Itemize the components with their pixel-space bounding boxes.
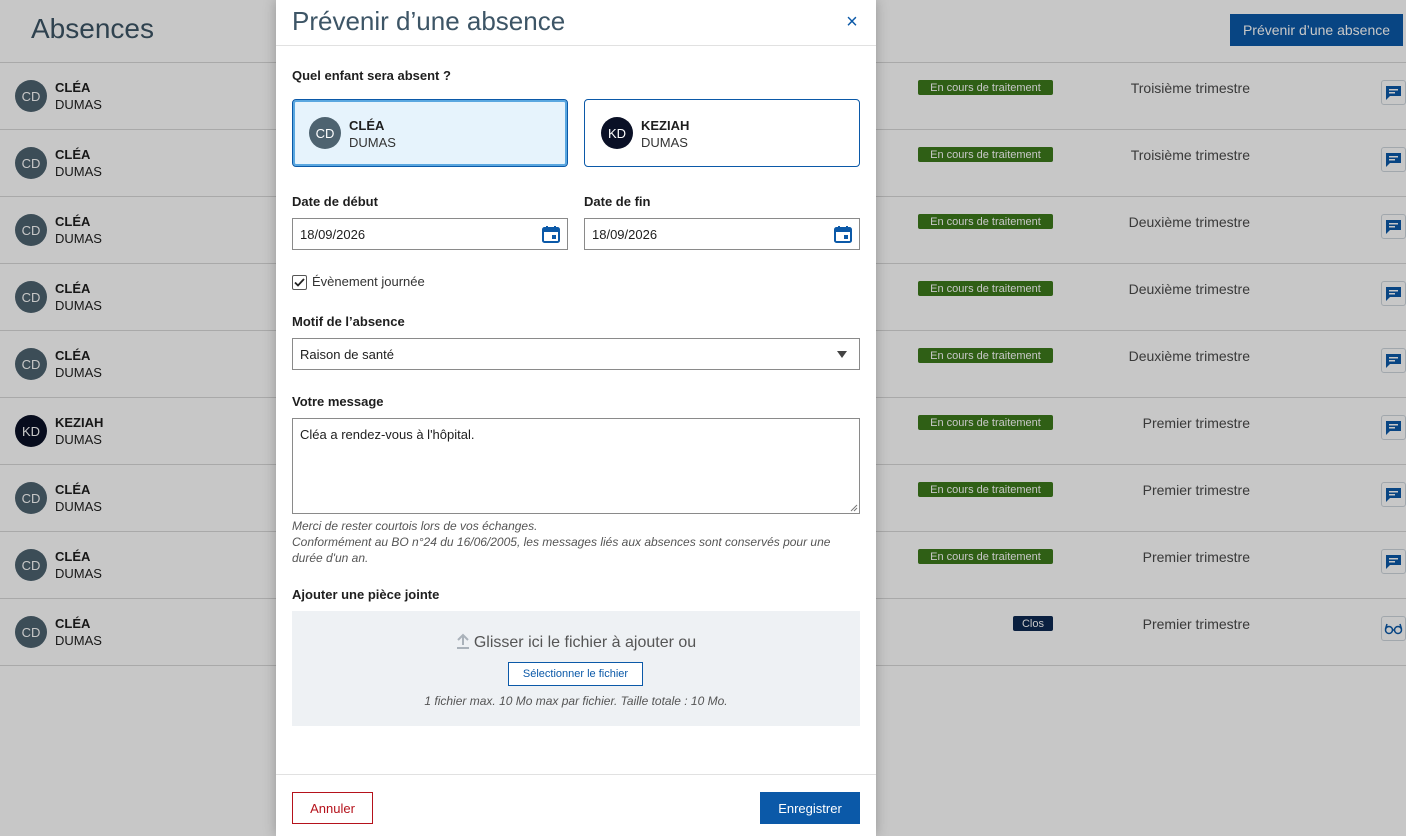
reason-select[interactable]: Raison de santé (292, 338, 860, 370)
chevron-down-icon (837, 351, 847, 358)
reason-value: Raison de santé (300, 346, 394, 362)
file-dropzone[interactable]: Glisser ici le fichier à ajouter ou Séle… (292, 611, 860, 726)
end-date-value: 18/09/2026 (592, 226, 658, 242)
all-day-checkbox[interactable] (292, 275, 307, 290)
avatar: CD (309, 117, 341, 149)
modal-title: Prévenir d’une absence (292, 6, 566, 36)
child-question-label: Quel enfant sera absent ? (292, 68, 451, 83)
retention-hint: Conformément au BO n°24 du 16/06/2005, l… (292, 535, 831, 565)
child-option-keziah[interactable]: KD KEZIAH DUMAS (584, 99, 860, 167)
message-label: Votre message (292, 394, 384, 409)
end-date-input[interactable]: 18/09/2026 (584, 218, 860, 250)
avatar: KD (601, 117, 633, 149)
check-icon (294, 278, 305, 287)
close-icon[interactable]: × (842, 12, 862, 32)
child-last-name: DUMAS (641, 135, 688, 150)
upload-icon (456, 633, 469, 649)
select-file-button[interactable]: Sélectionner le fichier (508, 662, 643, 686)
message-textarea[interactable]: Cléa a rendez-vous à l'hôpital. (292, 418, 860, 514)
all-day-label[interactable]: Évènement journée (312, 274, 425, 289)
dropzone-text-row: Glisser ici le fichier à ajouter ou (292, 633, 860, 652)
end-date-label: Date de fin (584, 194, 651, 209)
child-last-name: DUMAS (349, 135, 396, 150)
reason-label: Motif de l’absence (292, 314, 405, 329)
calendar-icon[interactable] (542, 226, 560, 243)
child-first-name: KEZIAH (641, 118, 690, 133)
attachment-label: Ajouter une pièce jointe (292, 587, 440, 602)
dropzone-text: Glisser ici le fichier à ajouter ou (473, 634, 697, 651)
start-date-value: 18/09/2026 (300, 226, 366, 242)
start-date-input[interactable]: 18/09/2026 (292, 218, 568, 250)
cancel-button[interactable]: Annuler (292, 792, 373, 824)
file-limits-note: 1 fichier max. 10 Mo max par fichier. Ta… (424, 694, 728, 708)
calendar-icon[interactable] (834, 226, 852, 243)
child-option-clea[interactable]: CD CLÉA DUMAS (292, 99, 568, 167)
courtesy-hint: Merci de rester courtois lors de vos éch… (292, 519, 538, 533)
child-first-name: CLÉA (349, 118, 385, 133)
absence-modal: Prévenir d’une absence × Quel enfant ser… (276, 0, 876, 836)
resize-grip-icon[interactable] (850, 504, 858, 512)
modal-header: Prévenir d’une absence × (276, 0, 876, 46)
modal-footer: Annuler Enregistrer (276, 774, 876, 836)
start-date-label: Date de début (292, 194, 378, 209)
save-button[interactable]: Enregistrer (760, 792, 860, 824)
